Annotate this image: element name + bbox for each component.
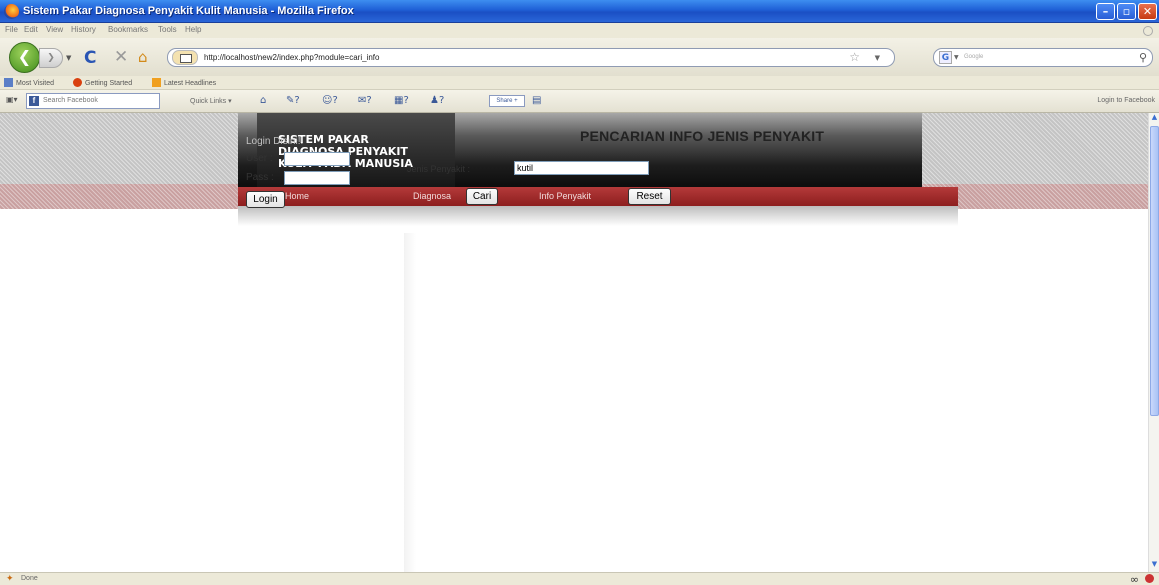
user-input[interactable] <box>284 152 350 166</box>
user-label: User : <box>246 153 273 164</box>
search-bar[interactable]: G ▼ Google ⚲ <box>933 48 1153 67</box>
bookmark-getting-started[interactable]: Getting Started <box>73 78 132 87</box>
login-to-facebook-link[interactable]: Login to Facebook <box>1097 97 1155 104</box>
login-button[interactable]: Login <box>246 191 285 208</box>
firebug-icon[interactable] <box>1145 574 1154 583</box>
search-placeholder[interactable]: Google <box>964 54 983 60</box>
reset-button[interactable]: Reset <box>628 188 671 205</box>
window-titlebar: Sistem Pakar Diagnosa Penyakit Kulit Man… <box>0 0 1159 23</box>
search-icon[interactable]: ⚲ <box>1139 51 1147 64</box>
bookmark-star-icon[interactable]: ☆ <box>849 50 860 64</box>
groups-count: ? <box>438 95 445 106</box>
fb-events-icon[interactable]: ▦? <box>394 95 409 106</box>
menu-bookmarks[interactable]: Bookmarks <box>108 25 148 34</box>
pass-input[interactable] <box>284 171 350 185</box>
nav-home[interactable]: Home <box>285 191 309 201</box>
bookmark-latest-headlines[interactable]: Latest Headlines <box>152 78 216 87</box>
menu-file[interactable]: File <box>5 25 18 34</box>
page-title: PENCARIAN INFO JENIS PENYAKIT <box>580 128 825 144</box>
fb-photo-icon[interactable]: ▤ <box>532 95 541 106</box>
toolbar-menu-icon[interactable]: ▣▾ <box>6 95 18 104</box>
share-button[interactable]: Share + <box>489 95 525 107</box>
menu-help[interactable]: Help <box>185 25 201 34</box>
stop-icon[interactable]: ✕ <box>114 47 128 67</box>
maximize-button[interactable]: ▫ <box>1117 3 1136 20</box>
scroll-up-icon[interactable]: ▲ <box>1150 113 1159 125</box>
fb-home-icon[interactable]: ⌂ <box>260 95 266 106</box>
vertical-scrollbar[interactable]: ▲ ▼ <box>1148 113 1159 572</box>
content-panel <box>404 233 958 572</box>
getting-started-icon <box>73 78 82 87</box>
address-bar[interactable]: http://localhost/new2/index.php?module=c… <box>167 48 895 67</box>
scroll-down-icon[interactable]: ▼ <box>1150 560 1159 572</box>
firefox-icon <box>4 4 19 19</box>
cari-button[interactable]: Cari <box>466 188 498 205</box>
pass-label: Pass : <box>246 172 274 183</box>
rss-icon <box>152 78 161 87</box>
addon-icon[interactable]: ∞ <box>1130 573 1139 585</box>
minimize-button[interactable]: – <box>1096 3 1115 20</box>
forward-button[interactable]: ❯ <box>39 48 63 68</box>
navigation-toolbar: ❮ ❯ ▼ C ✕ ⌂ http://localhost/new2/index.… <box>0 38 1159 76</box>
facebook-toolbar: ▣▾ f Search Facebook Quick Links ▾ ⌂ ✎? … <box>0 90 1159 113</box>
quick-links-label: Quick Links <box>190 98 227 105</box>
fb-messages-icon[interactable]: ✉? <box>358 95 372 106</box>
nav-info-penyakit[interactable]: Info Penyakit <box>539 191 591 201</box>
menu-history[interactable]: History <box>71 25 96 34</box>
reload-icon[interactable]: C <box>84 48 96 68</box>
back-button[interactable]: ❮ <box>9 42 40 73</box>
nav-diagnosa[interactable]: Diagnosa <box>413 191 451 201</box>
page-viewport: SISTEM PAKAR DIAGNOSA PENYAKIT KULIT PAD… <box>0 113 1148 572</box>
address-url[interactable]: http://localhost/new2/index.php?module=c… <box>204 53 379 62</box>
friends-count: ? <box>332 95 338 106</box>
fb-friends-icon[interactable]: ☺? <box>322 95 338 106</box>
home-icon[interactable]: ⌂ <box>138 48 148 66</box>
nav-shadow <box>238 206 958 226</box>
fb-pokes-icon[interactable]: ✎? <box>286 95 300 106</box>
messages-count: ? <box>366 95 372 106</box>
pokes-count: ? <box>294 95 300 106</box>
scroll-thumb[interactable] <box>1150 126 1159 416</box>
most-visited-icon <box>4 78 13 87</box>
facebook-search-input[interactable]: f Search Facebook <box>26 93 160 109</box>
facebook-search-placeholder: Search Facebook <box>43 97 98 104</box>
fb-groups-icon[interactable]: ♟? <box>430 95 444 106</box>
menu-bar: File Edit View History Bookmarks Tools H… <box>0 23 1159 38</box>
window-title: Sistem Pakar Diagnosa Penyakit Kulit Man… <box>23 5 354 17</box>
facebook-icon: f <box>29 96 39 106</box>
status-text: Done <box>21 575 38 582</box>
throbber-icon <box>1143 26 1153 36</box>
google-icon[interactable]: G <box>939 51 952 64</box>
history-dropdown-icon[interactable]: ▼ <box>66 54 71 62</box>
site-identity-icon[interactable] <box>172 50 198 65</box>
bookmark-most-visited[interactable]: Most Visited <box>4 78 54 87</box>
status-bar: ✦ Done ∞ <box>0 572 1159 585</box>
jenis-penyakit-input[interactable]: kutil <box>514 161 649 175</box>
jenis-penyakit-label: Jenis Penyakit : <box>407 164 471 174</box>
status-icon: ✦ <box>6 574 14 584</box>
search-engine-dropdown-icon[interactable]: ▼ <box>954 54 959 61</box>
login-title: Login Disini!! <box>246 136 304 147</box>
share-label: Share <box>496 98 513 104</box>
close-button[interactable]: ✕ <box>1138 3 1157 20</box>
site-nav-menu: Home Diagnosa Info Penyakit <box>238 187 958 206</box>
menu-edit[interactable]: Edit <box>24 25 38 34</box>
menu-tools[interactable]: Tools <box>158 25 177 34</box>
menu-view[interactable]: View <box>46 25 63 34</box>
address-dropdown-icon[interactable]: ▼ <box>875 54 880 62</box>
events-count: ? <box>403 95 409 106</box>
bookmarks-toolbar: Most Visited Getting Started Latest Head… <box>0 76 1159 90</box>
quick-links-button[interactable]: Quick Links ▾ <box>190 97 232 105</box>
